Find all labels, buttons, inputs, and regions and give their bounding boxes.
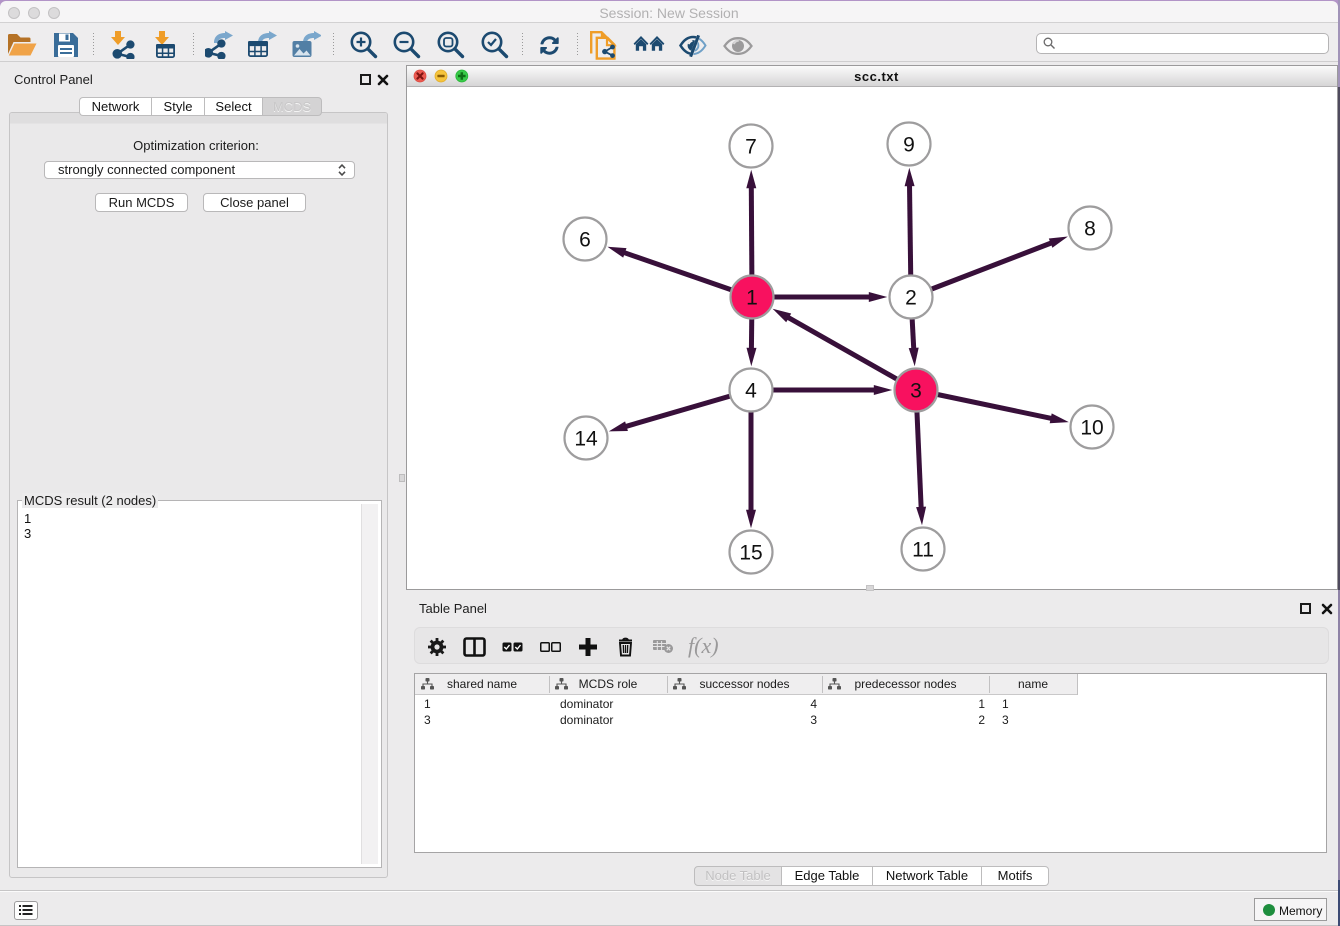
svg-text:11: 11: [912, 539, 934, 562]
svg-text:8: 8: [1084, 218, 1096, 241]
svg-text:6: 6: [579, 229, 591, 252]
svg-text:10: 10: [1080, 417, 1103, 440]
svg-text:9: 9: [903, 134, 915, 157]
svg-text:15: 15: [739, 542, 762, 565]
svg-text:14: 14: [574, 428, 598, 451]
svg-text:4: 4: [745, 380, 757, 403]
svg-text:3: 3: [910, 380, 922, 403]
svg-text:1: 1: [746, 287, 758, 310]
svg-text:2: 2: [905, 287, 917, 310]
svg-text:7: 7: [745, 136, 757, 159]
